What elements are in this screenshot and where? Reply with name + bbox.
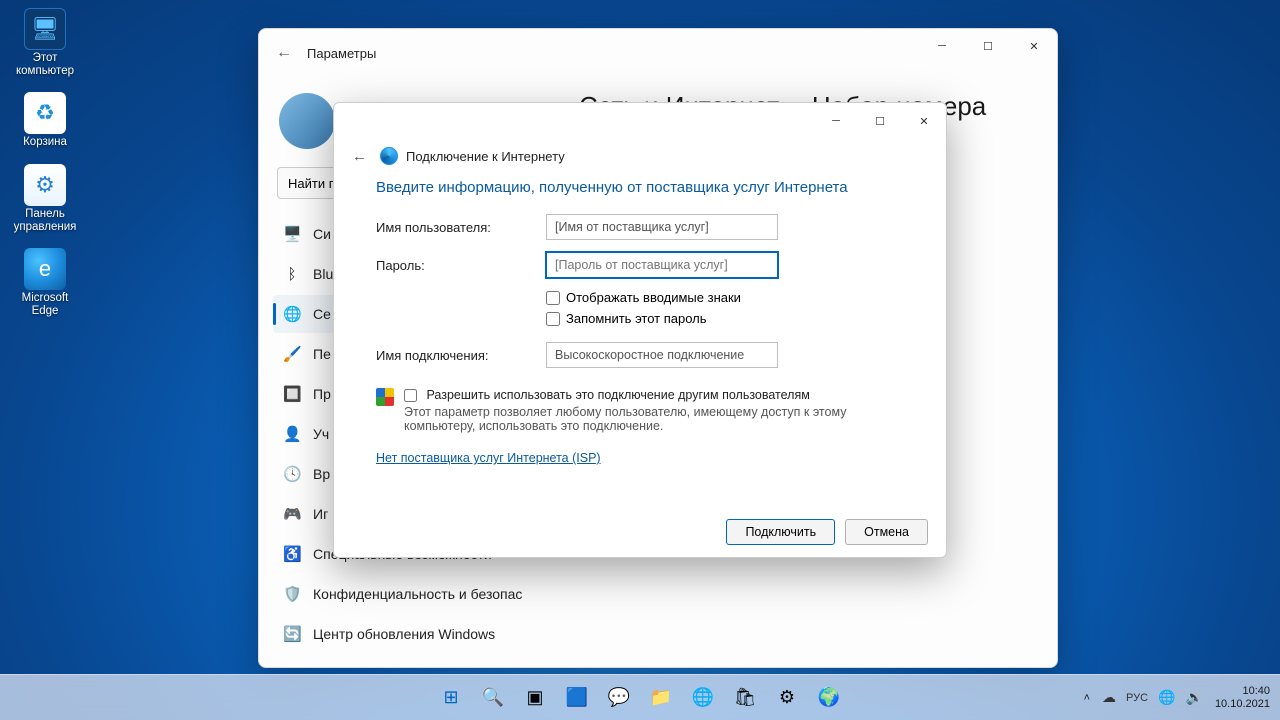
username-input[interactable] xyxy=(546,214,778,240)
taskbar-search-button[interactable]: 🔍 xyxy=(476,681,510,715)
nav-label: Иг xyxy=(313,506,328,522)
nav-label: Си xyxy=(313,226,331,242)
nav-label: Пр xyxy=(313,386,331,402)
desktop-icon-control-panel[interactable]: ⚙ Панельуправления xyxy=(6,164,84,234)
explorer-button[interactable]: 📁 xyxy=(644,681,678,715)
onedrive-icon[interactable]: ☁ xyxy=(1102,689,1116,706)
tray-lang[interactable]: РУС xyxy=(1126,692,1148,704)
network-icon: 🌐 xyxy=(283,305,301,323)
update-icon: 🔄 xyxy=(283,625,301,643)
control-panel-icon: ⚙ xyxy=(24,164,66,206)
close-button[interactable]: ✕ xyxy=(1011,29,1057,63)
no-isp-link[interactable]: Нет поставщика услуг Интернета (ISP) xyxy=(376,451,601,465)
dialog-footer: Подключить Отмена xyxy=(334,507,946,557)
password-input[interactable] xyxy=(546,252,778,278)
allow-others-checkbox[interactable] xyxy=(404,389,417,402)
nav-label: Конфиденциальность и безопас xyxy=(313,586,522,602)
icon-label: Этоткомпьютер xyxy=(16,52,74,78)
recycle-bin-icon: ♻ xyxy=(24,92,66,134)
taskbar-clock[interactable]: 10:40 10.10.2021 xyxy=(1215,685,1270,710)
dialog-title: Подключение к Интернету xyxy=(406,149,565,164)
volume-icon[interactable]: 🔊 xyxy=(1186,689,1203,706)
apps-icon: 🔲 xyxy=(283,385,301,403)
minimize-button[interactable]: ─ xyxy=(919,29,965,63)
task-view-button[interactable]: ▣ xyxy=(518,681,552,715)
shield-icon: 🛡️ xyxy=(283,585,301,603)
edge-icon: e xyxy=(24,248,66,290)
widgets-button[interactable]: 🟦 xyxy=(560,681,594,715)
globe-icon xyxy=(380,147,398,165)
show-characters-checkbox[interactable] xyxy=(546,291,560,305)
settings-back-button[interactable]: ← xyxy=(267,36,301,70)
nav-update[interactable]: 🔄 Центр обновления Windows xyxy=(273,615,553,653)
dialog-header: ← Подключение к Интернету xyxy=(334,139,946,175)
desktop-icon-this-pc[interactable]: 🖥 Этоткомпьютер xyxy=(6,8,84,78)
settings-taskbar-button[interactable]: ⚙ xyxy=(770,681,804,715)
show-characters-label: Отображать вводимые знаки xyxy=(566,290,741,305)
dialog-minimize-button[interactable]: ─ xyxy=(814,106,858,136)
clock-icon: 🕓 xyxy=(283,465,301,483)
taskbar: ⊞ 🔍 ▣ 🟦 💬 📁 🌐 🛍 ⚙ 🌍 ˄ ☁ РУС 🌐 🔊 10:40 10… xyxy=(0,674,1280,720)
bluetooth-icon: ᛒ xyxy=(283,266,301,283)
network-taskbar-button[interactable]: 🌍 xyxy=(812,681,846,715)
icon-label: Корзина xyxy=(23,136,67,149)
tray-chevron-up-icon[interactable]: ˄ xyxy=(1084,692,1090,704)
nav-label: Се xyxy=(313,306,331,322)
connection-name-input[interactable] xyxy=(546,342,778,368)
connect-button[interactable]: Подключить xyxy=(726,519,835,545)
dialog-maximize-button[interactable]: ☐ xyxy=(858,106,902,136)
password-label: Пароль: xyxy=(376,258,546,273)
start-button[interactable]: ⊞ xyxy=(434,681,468,715)
desktop-icon-recycle-bin[interactable]: ♻ Корзина xyxy=(6,92,84,149)
connection-name-label: Имя подключения: xyxy=(376,348,546,363)
nav-label: Blu xyxy=(313,266,333,282)
settings-window-controls: ─ ☐ ✕ xyxy=(919,29,1057,63)
person-icon: 👤 xyxy=(283,425,301,443)
system-icon: 🖥️ xyxy=(283,225,301,243)
chat-button[interactable]: 💬 xyxy=(602,681,636,715)
allow-others-description: Этот параметр позволяет любому пользоват… xyxy=(404,405,904,433)
remember-password-label: Запомнить этот пароль xyxy=(566,311,707,326)
desktop-icon-edge[interactable]: e MicrosoftEdge xyxy=(6,248,84,318)
settings-titlebar: ← Параметры ─ ☐ ✕ xyxy=(259,29,1057,77)
store-button[interactable]: 🛍 xyxy=(728,681,762,715)
uac-shield-icon xyxy=(376,388,394,406)
icon-label: Панельуправления xyxy=(14,208,77,234)
edge-taskbar-button[interactable]: 🌐 xyxy=(686,681,720,715)
remember-password-checkbox[interactable] xyxy=(546,312,560,326)
brush-icon: 🖌️ xyxy=(283,345,301,363)
gamepad-icon: 🎮 xyxy=(283,505,301,523)
maximize-button[interactable]: ☐ xyxy=(965,29,1011,63)
dialog-instruction: Введите информацию, полученную от постав… xyxy=(376,179,904,196)
desktop-icons: 🖥 Этоткомпьютер ♻ Корзина ⚙ Панельуправл… xyxy=(6,8,86,333)
dialog-body: Введите информацию, полученную от постав… xyxy=(334,175,946,507)
cancel-button[interactable]: Отмена xyxy=(845,519,928,545)
taskbar-tray: ˄ ☁ РУС 🌐 🔊 10:40 10.10.2021 xyxy=(1084,685,1270,710)
avatar xyxy=(279,93,335,149)
accessibility-icon: ♿ xyxy=(283,545,301,563)
username-label: Имя пользователя: xyxy=(376,220,546,235)
nav-label: Пе xyxy=(313,346,331,362)
network-tray-icon[interactable]: 🌐 xyxy=(1158,689,1175,706)
nav-label: Уч xyxy=(313,426,329,442)
nav-label: Вр xyxy=(313,466,330,482)
nav-privacy[interactable]: 🛡️ Конфиденциальность и безопас xyxy=(273,575,553,613)
icon-label: MicrosoftEdge xyxy=(22,292,69,318)
allow-others-label: Разрешить использовать это подключение д… xyxy=(426,388,809,402)
taskbar-center: ⊞ 🔍 ▣ 🟦 💬 📁 🌐 🛍 ⚙ 🌍 xyxy=(434,681,846,715)
clock-time: 10:40 xyxy=(1215,685,1270,698)
settings-title: Параметры xyxy=(307,46,376,61)
internet-connection-dialog: ─ ☐ ✕ ← Подключение к Интернету Введите … xyxy=(333,102,947,558)
nav-label: Центр обновления Windows xyxy=(313,626,495,642)
clock-date: 10.10.2021 xyxy=(1215,698,1270,711)
pc-icon: 🖥 xyxy=(24,8,66,50)
dialog-titlebar: ─ ☐ ✕ xyxy=(334,103,946,139)
dialog-back-button[interactable]: ← xyxy=(352,148,372,165)
dialog-close-button[interactable]: ✕ xyxy=(902,106,946,136)
